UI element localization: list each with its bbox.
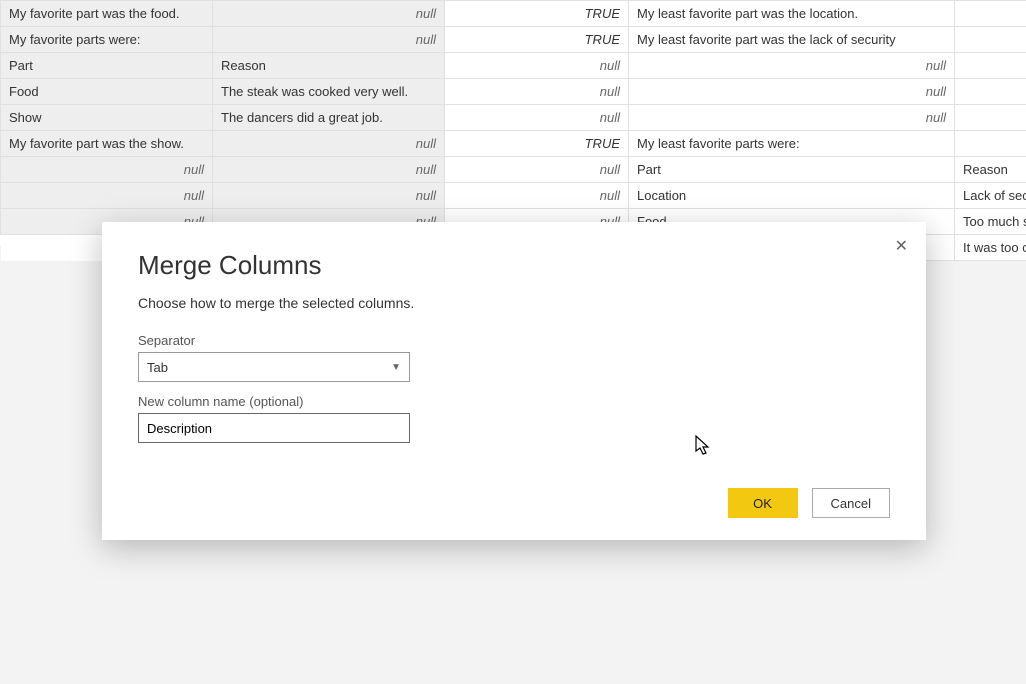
cell[interactable]: null bbox=[213, 27, 445, 53]
cell[interactable]: Part bbox=[1, 53, 213, 79]
cell[interactable]: My favorite part was the food. bbox=[1, 1, 213, 27]
new-column-input[interactable] bbox=[138, 413, 410, 443]
cell[interactable]: null bbox=[213, 131, 445, 157]
cell[interactable]: Show bbox=[1, 105, 213, 131]
cell[interactable]: null bbox=[629, 79, 955, 105]
cell[interactable]: null bbox=[445, 105, 629, 131]
cell[interactable]: Reason bbox=[955, 157, 1026, 183]
chevron-down-icon: ▼ bbox=[391, 362, 401, 373]
cell[interactable] bbox=[955, 131, 1026, 157]
cell[interactable] bbox=[955, 1, 1026, 27]
dialog-subtitle: Choose how to merge the selected columns… bbox=[138, 295, 890, 311]
cell[interactable]: null bbox=[955, 79, 1026, 105]
cell[interactable]: Part bbox=[629, 157, 955, 183]
cell[interactable]: null bbox=[955, 105, 1026, 131]
cell[interactable]: null bbox=[1, 183, 213, 209]
dialog-title: Merge Columns bbox=[138, 250, 890, 281]
close-icon[interactable]: ✕ bbox=[891, 232, 912, 260]
cell[interactable]: null bbox=[445, 157, 629, 183]
cell[interactable]: null bbox=[445, 183, 629, 209]
table-row[interactable]: nullnullnullPartReason bbox=[1, 157, 1026, 183]
cell[interactable]: TRUE bbox=[445, 27, 629, 53]
cell[interactable]: null bbox=[213, 183, 445, 209]
cell[interactable]: null bbox=[629, 53, 955, 79]
cell[interactable]: My least favorite part was the lack of s… bbox=[629, 27, 955, 53]
separator-label: Separator bbox=[138, 333, 890, 348]
cancel-button[interactable]: Cancel bbox=[812, 488, 890, 518]
cell[interactable]: null bbox=[629, 105, 955, 131]
table-row[interactable]: My favorite part was the show.nullTRUEMy… bbox=[1, 131, 1026, 157]
cell[interactable]: null bbox=[445, 53, 629, 79]
cell[interactable]: Reason bbox=[213, 53, 445, 79]
table-row[interactable]: My favorite parts were:nullTRUEMy least … bbox=[1, 27, 1026, 53]
cell[interactable]: null bbox=[213, 157, 445, 183]
cell[interactable]: Lack of security bbox=[955, 183, 1026, 209]
cell[interactable]: My least favorite parts were: bbox=[629, 131, 955, 157]
cell[interactable]: null bbox=[445, 79, 629, 105]
ok-button[interactable]: OK bbox=[728, 488, 798, 518]
cell[interactable]: Too much salt bbox=[955, 209, 1026, 235]
cell[interactable]: null bbox=[1, 157, 213, 183]
cell[interactable]: It was too cold bbox=[955, 235, 1026, 261]
cell[interactable]: My favorite parts were: bbox=[1, 27, 213, 53]
cell[interactable]: TRUE bbox=[445, 131, 629, 157]
cell[interactable]: Food bbox=[1, 79, 213, 105]
cell[interactable]: null bbox=[213, 1, 445, 27]
cell[interactable]: My least favorite part was the location. bbox=[629, 1, 955, 27]
table-row[interactable]: PartReasonnullnullnull bbox=[1, 53, 1026, 79]
cell[interactable]: The steak was cooked very well. bbox=[213, 79, 445, 105]
new-column-label: New column name (optional) bbox=[138, 394, 890, 409]
separator-select[interactable]: Tab ▼ bbox=[138, 352, 410, 382]
cell[interactable]: The dancers did a great job. bbox=[213, 105, 445, 131]
table-row[interactable]: FoodThe steak was cooked very well.nulln… bbox=[1, 79, 1026, 105]
cell[interactable]: Location bbox=[629, 183, 955, 209]
table-row[interactable]: My favorite part was the food.nullTRUEMy… bbox=[1, 1, 1026, 27]
cell[interactable]: My favorite part was the show. bbox=[1, 131, 213, 157]
merge-columns-dialog: ✕ Merge Columns Choose how to merge the … bbox=[102, 222, 926, 540]
separator-value: Tab bbox=[147, 360, 168, 375]
cell[interactable] bbox=[955, 27, 1026, 53]
table-row[interactable]: nullnullnullLocationLack of security bbox=[1, 183, 1026, 209]
cell[interactable]: TRUE bbox=[445, 1, 629, 27]
cell[interactable]: null bbox=[955, 53, 1026, 79]
table-row[interactable]: ShowThe dancers did a great job.nullnull… bbox=[1, 105, 1026, 131]
